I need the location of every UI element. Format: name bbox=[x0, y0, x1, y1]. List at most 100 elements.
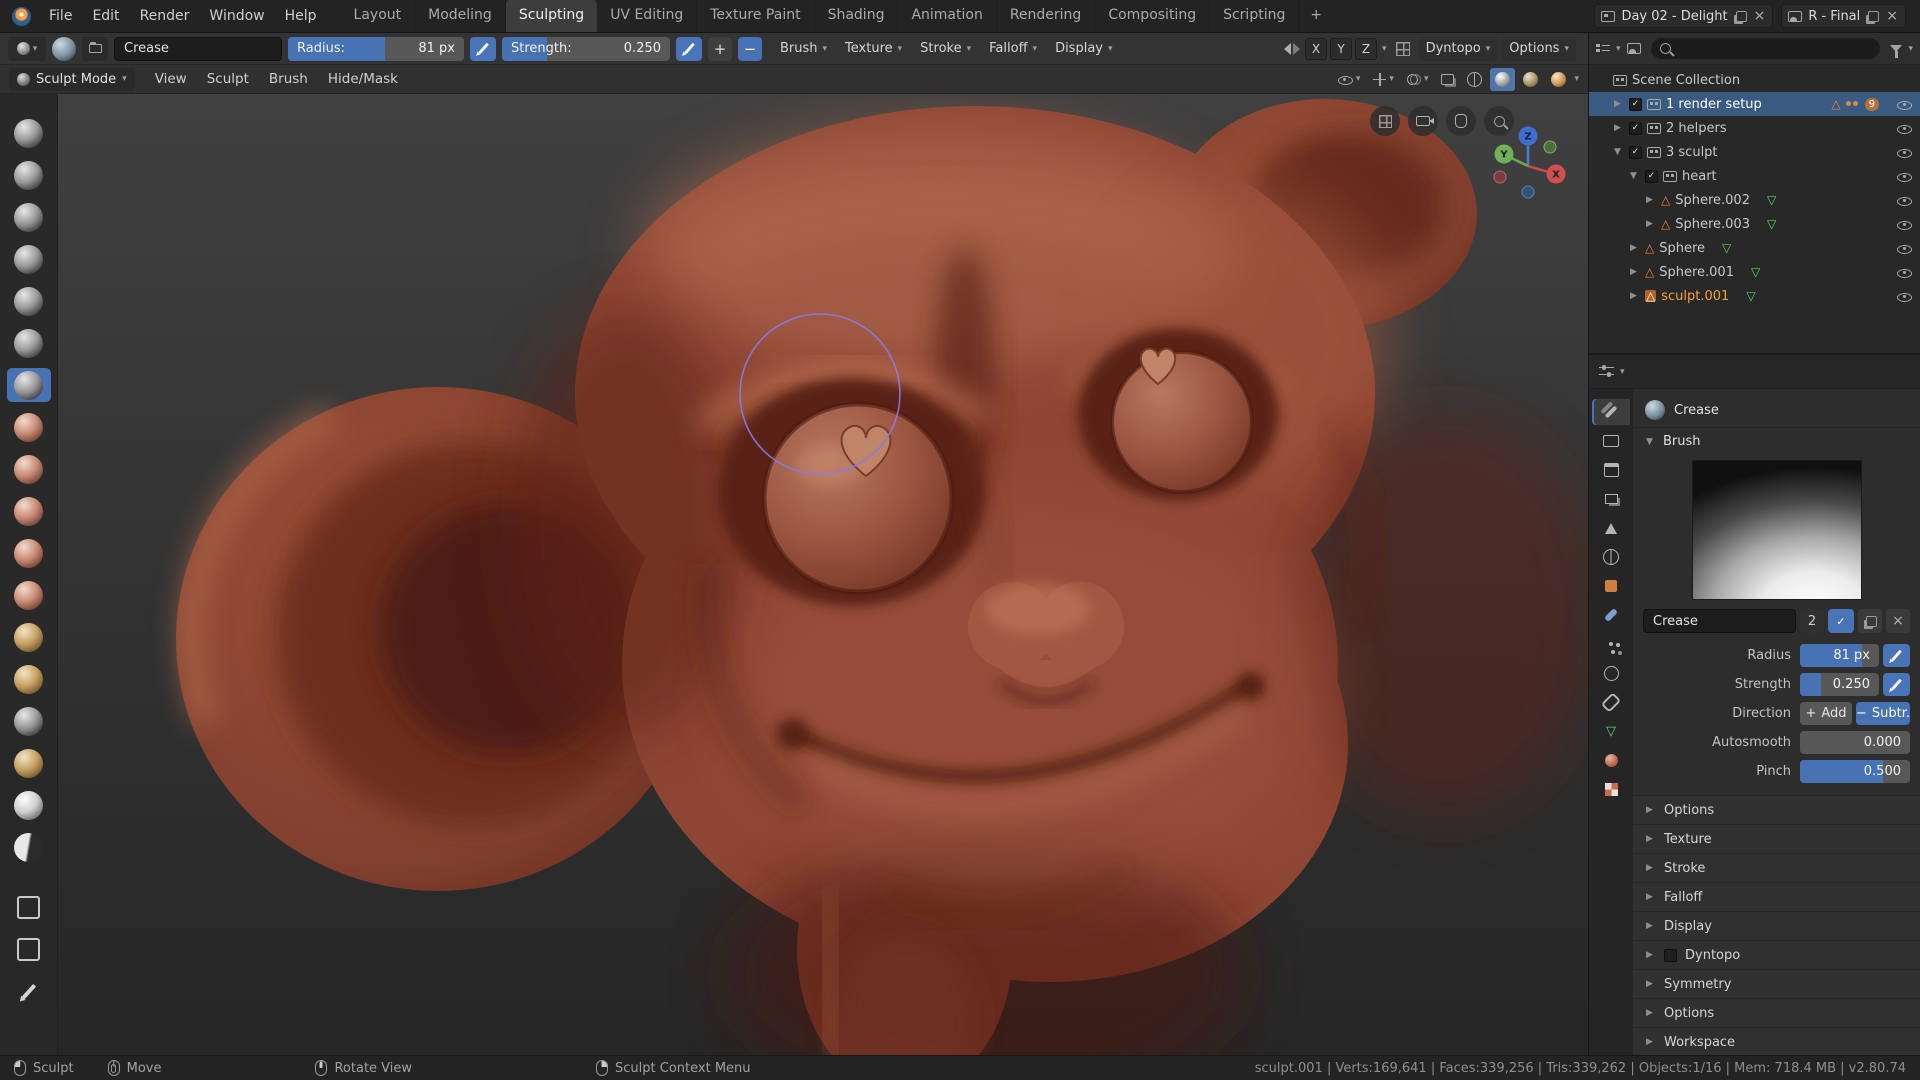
mode-dropdown[interactable]: Sculpt Mode ▾ bbox=[9, 67, 135, 91]
brush-clay[interactable] bbox=[7, 158, 51, 192]
workspace-tab-texture-paint[interactable]: Texture Paint bbox=[697, 0, 815, 32]
direction-add-toggle[interactable]: + bbox=[708, 36, 732, 61]
panel-symmetry[interactable]: ▶ Symmetry bbox=[1633, 969, 1920, 998]
properties-tab-view-layer[interactable] bbox=[1592, 486, 1630, 512]
brush-layer[interactable] bbox=[7, 242, 51, 276]
menu-file[interactable]: File bbox=[39, 0, 82, 32]
outliner-row-sphere-001[interactable]: ▶ △ Sphere.001 ▽ bbox=[1589, 260, 1920, 284]
active-tool-dropdown[interactable]: ▾ bbox=[8, 36, 46, 61]
gizmo-minus-y[interactable] bbox=[1543, 140, 1557, 154]
radius-slider[interactable]: Radius: 81 px bbox=[288, 36, 464, 61]
tool-box-mask[interactable] bbox=[7, 890, 51, 924]
radius-pressure-toggle[interactable] bbox=[470, 36, 496, 61]
panel-options[interactable]: ▶ Options bbox=[1633, 795, 1920, 824]
workspace-tab-scripting[interactable]: Scripting bbox=[1210, 0, 1300, 32]
brush-name-field[interactable]: Crease bbox=[114, 36, 282, 61]
properties-tab-render[interactable] bbox=[1592, 428, 1630, 454]
outliner-row-sphere-002[interactable]: ▶ △ Sphere.002 ▽ bbox=[1589, 188, 1920, 212]
properties-tab-particles[interactable] bbox=[1592, 631, 1630, 657]
close-scene-icon[interactable]: × bbox=[1753, 9, 1767, 23]
expand-arrow-icon[interactable]: ▶ bbox=[1627, 291, 1640, 301]
visibility-dropdown[interactable]: ▾ bbox=[1332, 68, 1366, 91]
properties-tab-scene[interactable] bbox=[1592, 515, 1630, 541]
users-count-button[interactable]: 2 bbox=[1800, 609, 1824, 633]
workspace-tab-animation[interactable]: Animation bbox=[898, 0, 997, 32]
expand-arrow-icon[interactable]: ▶ bbox=[1643, 219, 1656, 229]
menu-render[interactable]: Render bbox=[130, 0, 200, 32]
brush-grab[interactable] bbox=[7, 620, 51, 654]
dropdown-brush[interactable]: Brush ▾ bbox=[772, 37, 835, 61]
gizmos-dropdown[interactable]: ▾ bbox=[1368, 68, 1399, 91]
add-workspace-button[interactable]: + bbox=[1299, 0, 1333, 32]
brush-smooth[interactable] bbox=[7, 410, 51, 444]
properties-tab-tool[interactable] bbox=[1592, 399, 1630, 425]
dropdown-texture[interactable]: Texture ▾ bbox=[837, 37, 910, 61]
expand-arrow-icon[interactable]: ▶ bbox=[1611, 99, 1624, 109]
unlink-brush-button[interactable]: × bbox=[1886, 609, 1910, 633]
direction-subtract-to ggle[interactable]: − bbox=[738, 36, 762, 61]
direction-subtr-button[interactable]: − Subtr. bbox=[1855, 702, 1910, 725]
viewport-menu-brush[interactable]: Brush bbox=[259, 65, 318, 93]
pan-view-button[interactable] bbox=[1446, 106, 1476, 136]
symmetry-z-toggle[interactable]: Z bbox=[1355, 37, 1378, 60]
workspace-tab-shading[interactable]: Shading bbox=[815, 0, 899, 32]
panel-dyntopo[interactable]: ▶ Dyntopo bbox=[1633, 940, 1920, 969]
slider-radius[interactable]: 81 px bbox=[1800, 644, 1879, 667]
slider-autosmooth[interactable]: 0.000 bbox=[1800, 731, 1910, 754]
options-dropdown[interactable]: Options ▾ bbox=[1502, 36, 1576, 61]
panel-display[interactable]: ▶ Display bbox=[1633, 911, 1920, 940]
panel-texture[interactable]: ▶ Texture bbox=[1633, 824, 1920, 853]
slider-strength[interactable]: 0.250 bbox=[1800, 673, 1879, 696]
search-input[interactable] bbox=[1676, 41, 1872, 56]
visibility-eye-icon[interactable] bbox=[1896, 121, 1912, 135]
visibility-eye-icon[interactable] bbox=[1896, 289, 1912, 303]
collection-checkbox[interactable]: ✓ bbox=[1645, 169, 1658, 183]
visibility-eye-icon[interactable] bbox=[1896, 145, 1912, 159]
brush-panel-header[interactable]: ▼ Brush bbox=[1633, 427, 1920, 455]
brush-rotate[interactable] bbox=[7, 788, 51, 822]
dropdown-display[interactable]: Display ▾ bbox=[1047, 37, 1120, 61]
slider-pinch[interactable]: 0.500 bbox=[1800, 760, 1910, 783]
outliner-row-scene-collection[interactable]: Scene Collection bbox=[1589, 68, 1920, 92]
properties-tab-output[interactable] bbox=[1592, 457, 1630, 483]
symmetry-x-toggle[interactable]: X bbox=[1305, 37, 1328, 60]
outliner-row-3-sculpt[interactable]: ▼ ✓ 3 sculpt bbox=[1589, 140, 1920, 164]
view-layer-selector[interactable]: R - Final × bbox=[1781, 4, 1906, 28]
overlays-dropdown[interactable]: ▾ bbox=[1402, 68, 1434, 91]
properties-tab-constraints[interactable] bbox=[1592, 689, 1630, 715]
viewport-menu-view[interactable]: View bbox=[145, 65, 197, 93]
outliner-row-2-helpers[interactable]: ▶ ✓ 2 helpers bbox=[1589, 116, 1920, 140]
brush-fill[interactable] bbox=[7, 494, 51, 528]
expand-arrow-icon[interactable]: ▶ bbox=[1627, 267, 1640, 277]
scene-selector[interactable]: Day 02 - Delight × bbox=[1594, 4, 1774, 28]
shading-material-button[interactable] bbox=[1518, 68, 1543, 91]
workspace-tab-modeling[interactable]: Modeling bbox=[415, 0, 506, 32]
expand-arrow-icon[interactable]: ▶ bbox=[1611, 123, 1624, 133]
collection-checkbox[interactable]: ✓ bbox=[1629, 121, 1642, 135]
panel-checkbox-dyntopo[interactable] bbox=[1664, 948, 1677, 962]
properties-tab-object[interactable] bbox=[1592, 573, 1630, 599]
expand-arrow-icon[interactable]: ▶ bbox=[1643, 195, 1656, 205]
brush-scrape[interactable] bbox=[7, 536, 51, 570]
workspace-tab-uv-editing[interactable]: UV Editing bbox=[597, 0, 698, 32]
dyntopo-dropdown[interactable]: Dyntopo ▾ bbox=[1418, 36, 1498, 61]
panel-stroke[interactable]: ▶ Stroke bbox=[1633, 853, 1920, 882]
menu-edit[interactable]: Edit bbox=[82, 0, 129, 32]
chevron-down-icon[interactable]: ▾ bbox=[1382, 44, 1387, 54]
collection-checkbox[interactable]: ✓ bbox=[1629, 97, 1642, 111]
duplicate-brush-button[interactable] bbox=[1858, 609, 1882, 633]
visibility-eye-icon[interactable] bbox=[1896, 241, 1912, 255]
menu-help[interactable]: Help bbox=[275, 0, 327, 32]
outliner-editor-icon[interactable] bbox=[1596, 43, 1610, 55]
blender-icon[interactable] bbox=[12, 6, 31, 26]
symmetry-y-toggle[interactable]: Y bbox=[1330, 37, 1353, 60]
properties-tab-modifiers[interactable] bbox=[1592, 602, 1630, 628]
brush-name-input[interactable]: Crease bbox=[1643, 609, 1796, 633]
dropdown-stroke[interactable]: Stroke ▾ bbox=[912, 37, 979, 61]
workspace-tab-compositing[interactable]: Compositing bbox=[1095, 0, 1211, 32]
visibility-eye-icon[interactable] bbox=[1896, 193, 1912, 207]
outliner-search[interactable] bbox=[1650, 38, 1881, 59]
brush-nudge[interactable] bbox=[7, 746, 51, 780]
tool-annotate[interactable] bbox=[7, 974, 51, 1008]
new-view-layer-icon[interactable] bbox=[1868, 10, 1880, 22]
